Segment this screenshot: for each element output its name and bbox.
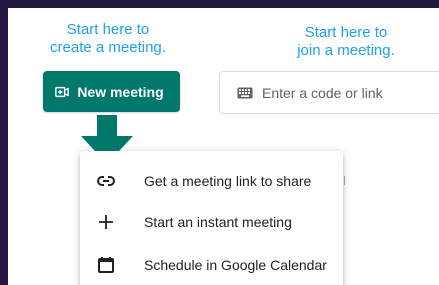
join-meeting-annotation: Start here to join a meeting. xyxy=(274,24,418,60)
new-meeting-button[interactable]: New meeting xyxy=(43,71,180,112)
create-meeting-annotation: Start here to create a meeting. xyxy=(40,21,176,57)
menu-item-instant-meeting[interactable]: Start an instant meeting xyxy=(80,203,343,241)
create-annotation-line-1: Start here to xyxy=(66,21,150,38)
background-text-fragment xyxy=(344,176,345,185)
menu-item-label: Get a meeting link to share xyxy=(144,173,312,189)
join-annotation-line-2: join a meeting. xyxy=(297,42,395,59)
video-call-icon xyxy=(55,86,70,97)
screenshot-frame: Start here to create a meeting. Start he… xyxy=(0,0,439,285)
menu-item-label: Schedule in Google Calendar xyxy=(144,257,327,273)
new-meeting-label: New meeting xyxy=(77,83,164,100)
plus-icon xyxy=(99,215,113,229)
menu-item-get-link[interactable]: Get a meeting link to share xyxy=(80,162,343,200)
code-input-placeholder: Enter a code or link xyxy=(262,85,383,101)
keyboard-icon xyxy=(237,87,253,99)
meeting-code-input[interactable]: Enter a code or link xyxy=(219,71,439,114)
link-icon xyxy=(97,176,115,186)
join-annotation-line-1: Start here to xyxy=(304,24,388,41)
menu-item-label: Start an instant meeting xyxy=(144,214,292,230)
create-annotation-line-2: create a meeting. xyxy=(50,39,166,56)
menu-item-schedule-calendar[interactable]: Schedule in Google Calendar xyxy=(80,246,343,284)
new-meeting-menu: Get a meeting link to share Start an ins… xyxy=(80,151,343,285)
calendar-icon xyxy=(98,257,114,273)
